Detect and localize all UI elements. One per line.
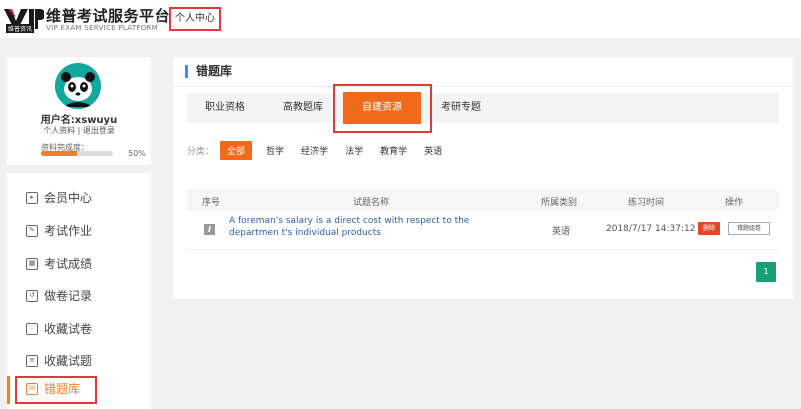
practice-time: 2018/7/17 14:37:12 xyxy=(606,224,696,234)
profile-info-link[interactable]: 个人资料 xyxy=(43,126,75,135)
link-divider: | xyxy=(75,126,83,135)
filter-all[interactable]: 全部 xyxy=(220,140,253,160)
question-link[interactable]: A foreman's salary is a direct cost with… xyxy=(229,215,519,239)
breadcrumb-separator: / xyxy=(157,10,162,26)
sidebar-item-favorite-papers[interactable]: ♡ 收藏试卷 xyxy=(7,312,151,345)
profile-card: 用户名:xswuyu 个人资料 | 退出登录 资料完成度： 50% xyxy=(7,57,151,165)
sidebar-item-member-center[interactable]: ▸ 会员中心 xyxy=(7,181,151,214)
sidebar-item-label: 做卷记录 xyxy=(44,289,93,303)
top-header: 维普资讯 维普考试服务平台 VIP EXAM SERVICE PLATFORM … xyxy=(0,0,801,38)
pagination-page-1[interactable]: 1 xyxy=(756,262,776,282)
tab-highlight-box xyxy=(333,84,432,133)
table-header: 序号 试题名称 所属类别 练习时间 操作 xyxy=(187,189,779,211)
active-indicator xyxy=(7,376,10,404)
column-header-actions: 操作 xyxy=(725,198,744,208)
sidebar-item-exam-scores[interactable]: ▦ 考试成绩 xyxy=(7,247,151,280)
sidebar-item-label: 会员中心 xyxy=(44,191,93,205)
username: 用户名:xswuyu xyxy=(40,115,118,126)
build-paper-button[interactable]: 错题组卷 xyxy=(728,222,770,235)
avatar[interactable] xyxy=(55,63,101,109)
column-header-category: 所属类别 xyxy=(541,198,578,208)
logo-badge: 维普资讯 xyxy=(6,24,35,33)
sidebar-nav: ▸ 会员中心 ✎ 考试作业 ▦ 考试成绩 ↺ 做卷记录 ♡ 收藏试卷 ≡ 收藏试… xyxy=(7,173,151,409)
sidebar-item-label: 考试成绩 xyxy=(44,257,93,271)
filter-english[interactable]: 英语 xyxy=(424,144,442,157)
list-icon: ≡ xyxy=(26,354,38,367)
favorite-icon: ♡ xyxy=(26,322,38,335)
sidebar-item-history[interactable]: ↺ 做卷记录 xyxy=(7,279,151,312)
delete-button[interactable]: 删除 xyxy=(698,222,720,235)
page-title: 错题库 xyxy=(185,65,232,78)
tab-professional-qualification[interactable]: 职业资格 xyxy=(187,93,263,123)
column-header-time: 练习时间 xyxy=(628,198,665,208)
logo-subtitle: VIP EXAM SERVICE PLATFORM xyxy=(46,24,159,32)
sidebar-item-wrong-book[interactable]: ☒ 错题库 xyxy=(7,372,151,405)
question-category: 英语 xyxy=(552,227,571,237)
category-filter: 分类： 全部 哲学 经济学 法学 教育学 英语 xyxy=(187,140,459,160)
member-icon: ▸ xyxy=(26,191,38,204)
profile-completion-percent: 50% xyxy=(128,149,146,158)
sidebar-item-label: 收藏试卷 xyxy=(44,322,93,336)
sidebar-item-label: 考试作业 xyxy=(44,224,93,238)
tab-graduate-exam[interactable]: 考研专题 xyxy=(421,93,501,123)
source-tabs: 职业资格 高教题库 自建资源 考研专题 xyxy=(187,92,779,124)
question-type-icon: I xyxy=(204,224,215,235)
logo-title: 维普考试服务平台 xyxy=(46,7,171,25)
history-icon: ↺ xyxy=(26,289,38,302)
breadcrumb-personal-center[interactable]: 个人中心 xyxy=(169,7,221,31)
sidebar-item-label: 收藏试题 xyxy=(44,354,93,368)
column-header-index: 序号 xyxy=(202,198,221,208)
table-row: I A foreman's salary is a direct cost wi… xyxy=(187,212,779,250)
score-icon: ▦ xyxy=(26,257,38,270)
vip-logo[interactable]: 维普资讯 维普考试服务平台 VIP EXAM SERVICE PLATFORM xyxy=(4,5,170,33)
logout-link[interactable]: 退出登录 xyxy=(83,126,115,135)
edit-icon: ✎ xyxy=(26,224,38,237)
profile-completion-bar xyxy=(41,151,113,156)
tab-higher-education[interactable]: 高教题库 xyxy=(263,93,343,123)
column-header-question: 试题名称 xyxy=(353,198,390,208)
profile-completion-fill xyxy=(41,151,77,156)
filter-economics[interactable]: 经济学 xyxy=(301,144,328,157)
wrong-book-icon: ☒ xyxy=(26,382,38,395)
panda-avatar-icon xyxy=(55,63,101,109)
profile-links: 个人资料 | 退出登录 xyxy=(7,125,151,136)
filter-law[interactable]: 法学 xyxy=(345,144,363,157)
filter-philosophy[interactable]: 哲学 xyxy=(266,144,284,157)
filter-education[interactable]: 教育学 xyxy=(380,144,407,157)
title-divider xyxy=(173,86,793,87)
wrong-book-panel: 错题库 职业资格 高教题库 自建资源 考研专题 分类： 全部 哲学 经济学 法学… xyxy=(173,57,793,299)
filter-label: 分类： xyxy=(187,146,215,157)
sidebar-item-exam-homework[interactable]: ✎ 考试作业 xyxy=(7,214,151,247)
